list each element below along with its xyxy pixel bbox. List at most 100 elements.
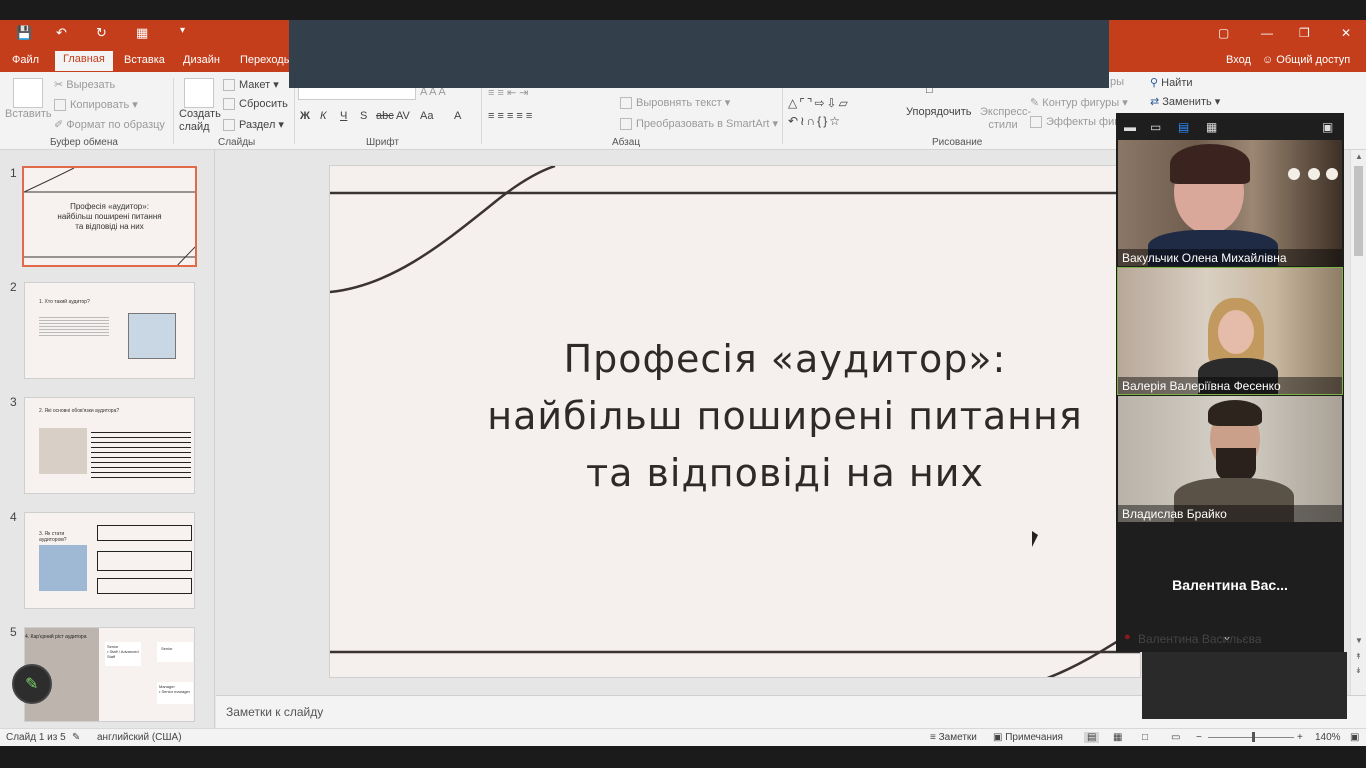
notes-placeholder[interactable]: Заметки к слайду	[226, 705, 323, 719]
strikethrough-button[interactable]: abc	[376, 110, 394, 122]
layout-button[interactable]: Макет ▾	[223, 78, 279, 92]
minimize-button[interactable]: —	[1261, 26, 1273, 40]
fit-slide-icon[interactable]: ▣	[1350, 732, 1359, 743]
paste-icon[interactable]	[13, 78, 43, 108]
next-slide-icon[interactable]: ↡	[1355, 666, 1362, 675]
paste-button[interactable]: Вставить	[5, 108, 52, 120]
smartart-button[interactable]: Преобразовать в SmartArt ▾	[620, 117, 778, 131]
copy-button[interactable]: Копировать ▾	[54, 98, 138, 112]
undo-icon[interactable]: ↶	[56, 25, 67, 41]
signin-link[interactable]: Вход	[1226, 54, 1251, 66]
align-buttons-icon[interactable]: ≡ ≡ ≡ ≡ ≡	[488, 110, 532, 122]
scrollbar-thumb[interactable]	[1354, 166, 1363, 256]
layout-icon	[223, 79, 235, 92]
format-painter-button[interactable]: ✐ Формат по образцу	[54, 118, 165, 131]
customize-icon[interactable]: ▾	[180, 25, 185, 36]
screen-top-bar	[0, 0, 1366, 20]
scroll-up-icon[interactable]: ▲	[1355, 152, 1363, 161]
quick-styles-button[interactable]: Экспресс-стили	[980, 106, 1031, 132]
zoom-slider-thumb[interactable]	[1252, 732, 1255, 742]
language-indicator[interactable]: английский (США)	[97, 732, 182, 743]
slide-thumbnail-2[interactable]: 1. Хто такий аудитор?	[24, 282, 195, 379]
section-button[interactable]: Раздел ▾	[223, 118, 284, 132]
find-button[interactable]: ⚲ Найти	[1150, 76, 1193, 89]
separator	[173, 78, 174, 144]
tab-insert[interactable]: Вставка	[116, 52, 173, 72]
shape-effects-button[interactable]: Эффекты фигур	[1030, 116, 1130, 129]
participant-video[interactable]: Владислав Брайко	[1118, 396, 1342, 522]
thumb-title: Професія «аудитор»: найбільш поширені пи…	[57, 202, 162, 231]
notes-toggle[interactable]: ≡ Заметки	[930, 732, 977, 743]
present-icon[interactable]: ▦	[136, 25, 148, 41]
lamp	[1288, 168, 1300, 180]
participant-next-name: Валентина Васильєва	[1138, 632, 1262, 646]
tab-file[interactable]: Файл	[4, 52, 47, 72]
shapes-gallery-row2[interactable]: ↶≀∩{}☆	[788, 114, 842, 128]
new-slide-icon[interactable]	[184, 78, 214, 108]
new-slide-button[interactable]: Создать слайд	[179, 108, 221, 134]
italic-button[interactable]: К	[320, 110, 326, 122]
align-text-button[interactable]: Выровнять текст ▾	[620, 96, 730, 110]
pen-icon: ✎	[1030, 97, 1043, 109]
participant-video[interactable]: Валерія Валеріївна Фесенко	[1117, 267, 1343, 395]
zoom-panel-shadow	[1142, 652, 1347, 719]
font-size-input[interactable]	[298, 86, 416, 100]
ribbon-display-button[interactable]: ▢	[1218, 26, 1229, 40]
zoom-in-button[interactable]: +	[1297, 732, 1303, 743]
minimize-video-icon[interactable]: ▬	[1124, 120, 1136, 134]
gallery-view-icon[interactable]: ▦	[1206, 120, 1217, 134]
scroll-down-icon[interactable]: ▼	[1355, 636, 1363, 645]
shape-fill-button[interactable]: ры	[1110, 76, 1124, 88]
exit-fullscreen-icon[interactable]: ▣	[1322, 120, 1333, 134]
underline-button[interactable]: Ч	[340, 110, 347, 122]
slide-title-line: найбільш поширені питання	[487, 394, 1083, 438]
slide-canvas[interactable]: Професія «аудитор»: найбільш поширені пи…	[329, 165, 1141, 678]
slides-group-label: Слайды	[218, 137, 256, 148]
close-button[interactable]: ✕	[1341, 26, 1351, 40]
slide-thumbnail-3[interactable]: 2. Які основні обов'язки аудитора?	[24, 397, 195, 494]
redo-icon[interactable]: ↻	[96, 25, 107, 41]
replace-button[interactable]: ⇄ Заменить ▾	[1150, 95, 1220, 108]
font-color-button[interactable]: A	[454, 110, 461, 122]
slide-thumbnails-pane[interactable]: 1 Професія «аудитор»: найбільш поширені …	[0, 150, 215, 728]
participant-name: Вакульчик Олена Михайлівна	[1118, 249, 1342, 266]
shapes-gallery[interactable]: △⌜⌝⇨⇩▱	[788, 96, 850, 110]
zoom-level[interactable]: 140%	[1315, 732, 1341, 743]
tab-home[interactable]: Главная	[55, 51, 113, 71]
spellcheck-icon[interactable]: ✎	[72, 732, 80, 743]
vertical-scrollbar[interactable]: ▲ ▼ ↟ ↡	[1350, 150, 1366, 695]
participant-video[interactable]: Вакульчик Олена Михайлівна	[1118, 140, 1342, 266]
arrange-button[interactable]: Упорядочить	[906, 106, 971, 118]
participant-beard	[1216, 448, 1256, 482]
shadow-button[interactable]: S	[360, 110, 367, 122]
comments-toggle-label: Примечания	[1005, 732, 1063, 743]
save-icon[interactable]: 💾	[16, 25, 32, 41]
change-case-button[interactable]: Aa	[420, 110, 433, 122]
bold-button[interactable]: Ж	[300, 110, 310, 122]
sorter-view-icon[interactable]: ▦	[1113, 732, 1122, 743]
hide-video-icon[interactable]: ▭	[1150, 120, 1161, 134]
normal-view-icon[interactable]: ▤	[1084, 732, 1100, 743]
restore-button[interactable]: ❐	[1299, 26, 1310, 40]
thumb-box: Senior	[157, 642, 193, 662]
spacing-button[interactable]: AV	[396, 110, 410, 122]
shape-outline-button[interactable]: ✎ Контур фигуры ▾	[1030, 96, 1128, 109]
annotate-button[interactable]: ✎	[12, 664, 52, 704]
participant-no-video-name[interactable]: Валентина Вас...	[1116, 577, 1344, 593]
slide-thumbnail-4[interactable]: 3. Як стати аудитором?	[24, 512, 195, 609]
reset-button[interactable]: Сбросить	[223, 98, 288, 111]
replace-icon: ⇄	[1150, 96, 1163, 108]
copy-icon	[54, 99, 66, 112]
tab-design[interactable]: Дизайн	[175, 52, 228, 72]
zoom-out-button[interactable]: −	[1196, 732, 1202, 743]
slideshow-view-icon[interactable]: ▭	[1171, 732, 1180, 743]
share-button[interactable]: ☺ Общий доступ	[1262, 54, 1350, 66]
speaker-view-icon[interactable]: ▤	[1178, 120, 1189, 134]
cut-button[interactable]: ✂ Вырезать	[54, 78, 115, 91]
zoom-slider[interactable]	[1208, 737, 1294, 738]
slide-thumbnail-1[interactable]: Професія «аудитор»: найбільш поширені пи…	[22, 166, 197, 267]
prev-slide-icon[interactable]: ↟	[1355, 652, 1362, 661]
slide-title[interactable]: Професія «аудитор»: найбільш поширені пи…	[465, 331, 1105, 502]
comments-toggle[interactable]: ▣ Примечания	[993, 732, 1063, 743]
reading-view-icon[interactable]: □	[1142, 732, 1148, 743]
